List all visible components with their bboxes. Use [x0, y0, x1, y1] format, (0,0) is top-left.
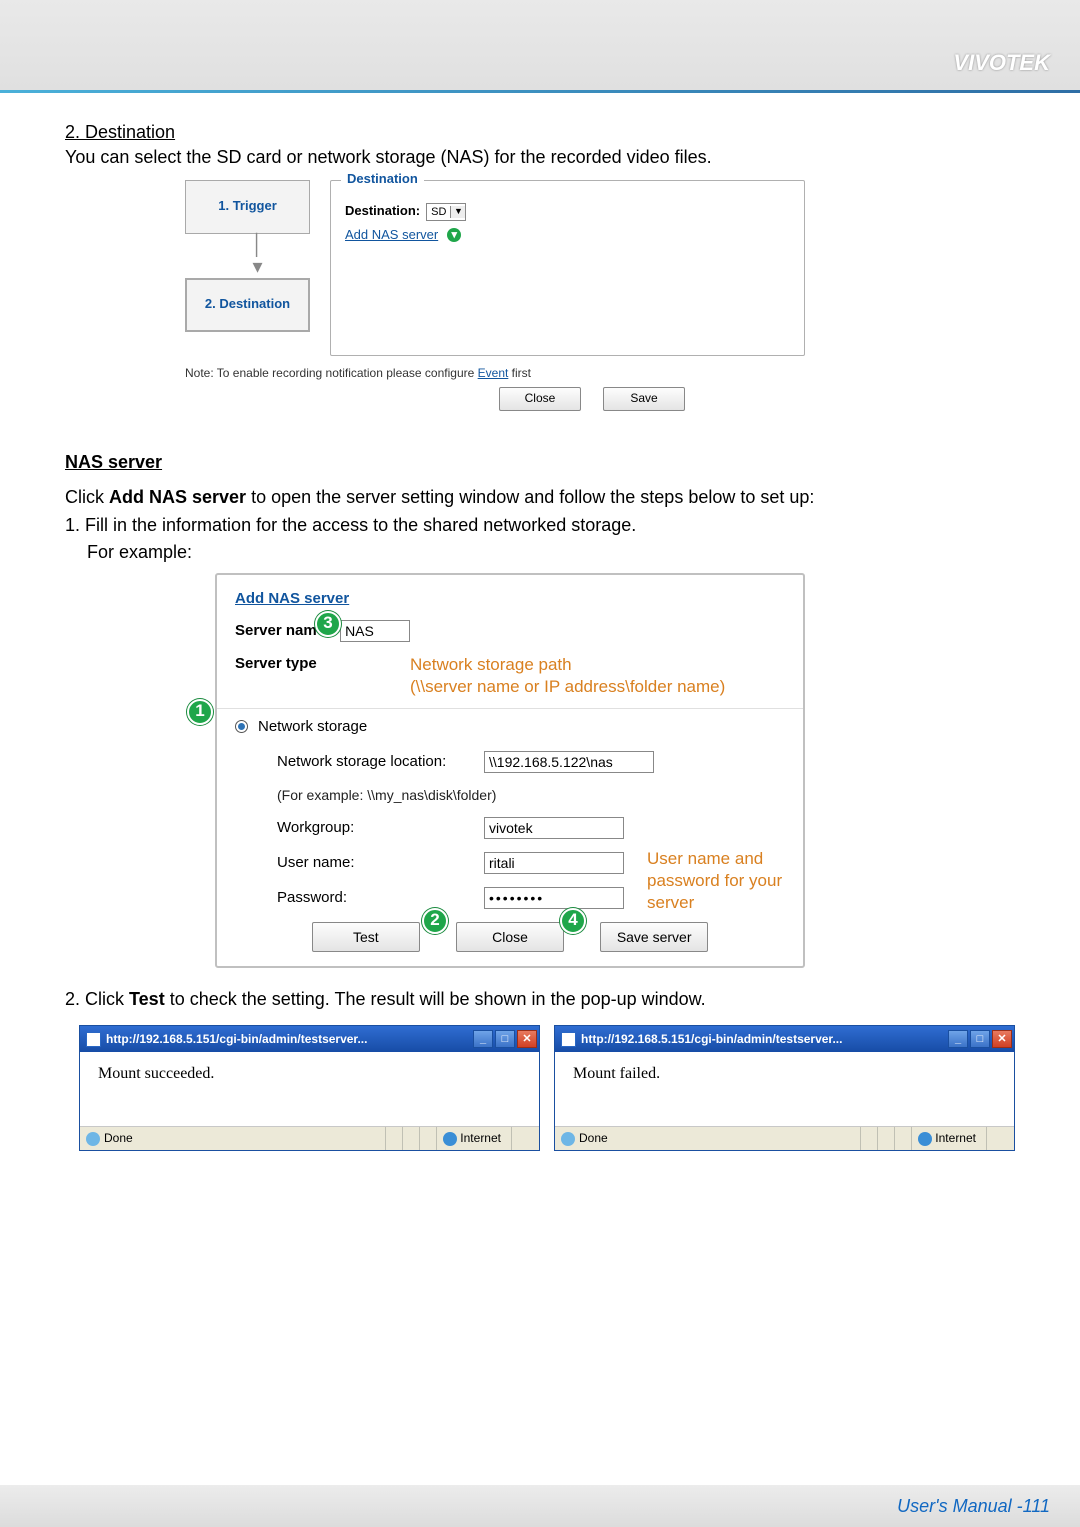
test-button[interactable]: Test — [312, 922, 420, 952]
step-connector-icon: │▾ — [185, 234, 330, 278]
password-input[interactable] — [484, 887, 624, 909]
save-server-button[interactable]: Save server — [600, 922, 708, 952]
popup-statusbar: Done Internet — [555, 1126, 1014, 1150]
status-zone: Internet — [935, 1131, 976, 1147]
orange-path-note: Network storage path (\\server name or I… — [410, 654, 725, 698]
section-intro: You can select the SD card or network st… — [65, 146, 1015, 169]
close-icon[interactable]: ✕ — [517, 1030, 537, 1048]
nas-step1b: For example: — [65, 541, 1015, 564]
popup-title-text: http://192.168.5.151/cgi-bin/admin/tests… — [581, 1032, 946, 1048]
add-icon[interactable]: ▾ — [447, 228, 461, 242]
status-done: Done — [579, 1131, 608, 1147]
nas-heading: NAS server — [65, 451, 1015, 474]
server-type-label: Server type — [235, 654, 400, 674]
destination-panel: Destination Destination: SD ▼ Add NAS se… — [330, 180, 805, 356]
page-icon — [86, 1132, 100, 1146]
popup-titlebar[interactable]: http://192.168.5.151/cgi-bin/admin/tests… — [555, 1026, 1014, 1052]
popup-body-fail: Mount failed. — [555, 1052, 1014, 1126]
chevron-down-icon[interactable]: ▼ — [450, 206, 465, 218]
event-link[interactable]: Event — [478, 366, 509, 380]
save-button[interactable]: Save — [603, 387, 685, 411]
ie-icon — [561, 1032, 576, 1047]
destination-dropdown-value: SD — [427, 205, 450, 219]
globe-icon — [918, 1132, 932, 1146]
note-prefix: Note: To enable recording notification p… — [185, 366, 478, 380]
page-icon — [561, 1132, 575, 1146]
recording-note: Note: To enable recording notification p… — [185, 356, 805, 382]
maximize-icon[interactable]: □ — [970, 1030, 990, 1048]
step-destination-box[interactable]: 2. Destination — [185, 278, 310, 332]
step-trigger-box[interactable]: 1. Trigger — [185, 180, 310, 234]
add-nas-server-link[interactable]: Add NAS server — [345, 227, 438, 244]
minimize-icon[interactable]: _ — [473, 1030, 493, 1048]
note-suffix: first — [508, 366, 531, 380]
badge-3: 3 — [315, 611, 341, 637]
workgroup-input[interactable] — [484, 817, 624, 839]
footer-text: User's Manual - — [897, 1496, 1022, 1517]
password-label: Password: — [277, 888, 472, 908]
destination-legend: Destination — [341, 171, 424, 188]
destination-dropdown[interactable]: SD ▼ — [426, 203, 466, 221]
page-header: VIVOTEK — [0, 0, 1080, 90]
nas-step2: 2. Click Test to check the setting. The … — [65, 988, 1015, 1011]
popup-body-success: Mount succeeded. — [80, 1052, 539, 1126]
orange-cred-note: User name and password for your server — [647, 848, 827, 914]
badge-1: 1 — [187, 699, 213, 725]
location-hint: (For example: \\my_nas\disk\folder) — [277, 786, 496, 804]
section-title: 2. Destination — [65, 121, 1015, 144]
close-button[interactable]: Close — [499, 387, 581, 411]
username-input[interactable] — [484, 852, 624, 874]
location-input[interactable] — [484, 751, 654, 773]
network-storage-radio[interactable] — [235, 720, 248, 733]
popup-success: http://192.168.5.151/cgi-bin/admin/tests… — [79, 1025, 540, 1151]
globe-icon — [443, 1132, 457, 1146]
footer-page: 111 — [1023, 1496, 1050, 1517]
server-name-input[interactable] — [340, 620, 410, 642]
page-footer: User's Manual - 111 — [0, 1485, 1080, 1527]
minimize-icon[interactable]: _ — [948, 1030, 968, 1048]
location-label: Network storage location: — [277, 752, 472, 772]
badge-4: 4 — [560, 908, 586, 934]
badge-2: 2 — [422, 908, 448, 934]
popup-title-text: http://192.168.5.151/cgi-bin/admin/tests… — [106, 1032, 471, 1048]
popup-titlebar[interactable]: http://192.168.5.151/cgi-bin/admin/tests… — [80, 1026, 539, 1052]
popup-fail: http://192.168.5.151/cgi-bin/admin/tests… — [554, 1025, 1015, 1151]
maximize-icon[interactable]: □ — [495, 1030, 515, 1048]
network-storage-radio-label: Network storage — [258, 717, 367, 737]
nas-add-link[interactable]: Add NAS server — [235, 590, 349, 607]
workgroup-label: Workgroup: — [277, 818, 472, 838]
brand-name: VIVOTEK — [953, 50, 1050, 76]
destination-label: Destination: — [345, 203, 420, 220]
nas-para: Click Add NAS server to open the server … — [65, 486, 1015, 509]
destination-screenshot: 1. Trigger │▾ 2. Destination Destination… — [185, 180, 805, 411]
nas-close-button[interactable]: Close — [456, 922, 564, 952]
status-zone: Internet — [460, 1131, 501, 1147]
popup-statusbar: Done Internet — [80, 1126, 539, 1150]
ie-icon — [86, 1032, 101, 1047]
username-label: User name: — [277, 853, 472, 873]
status-done: Done — [104, 1131, 133, 1147]
nas-step1: 1. Fill in the information for the acces… — [65, 514, 1015, 537]
nas-panel: Add NAS server Server name: Server type … — [215, 573, 805, 969]
separator — [217, 708, 803, 709]
close-icon[interactable]: ✕ — [992, 1030, 1012, 1048]
